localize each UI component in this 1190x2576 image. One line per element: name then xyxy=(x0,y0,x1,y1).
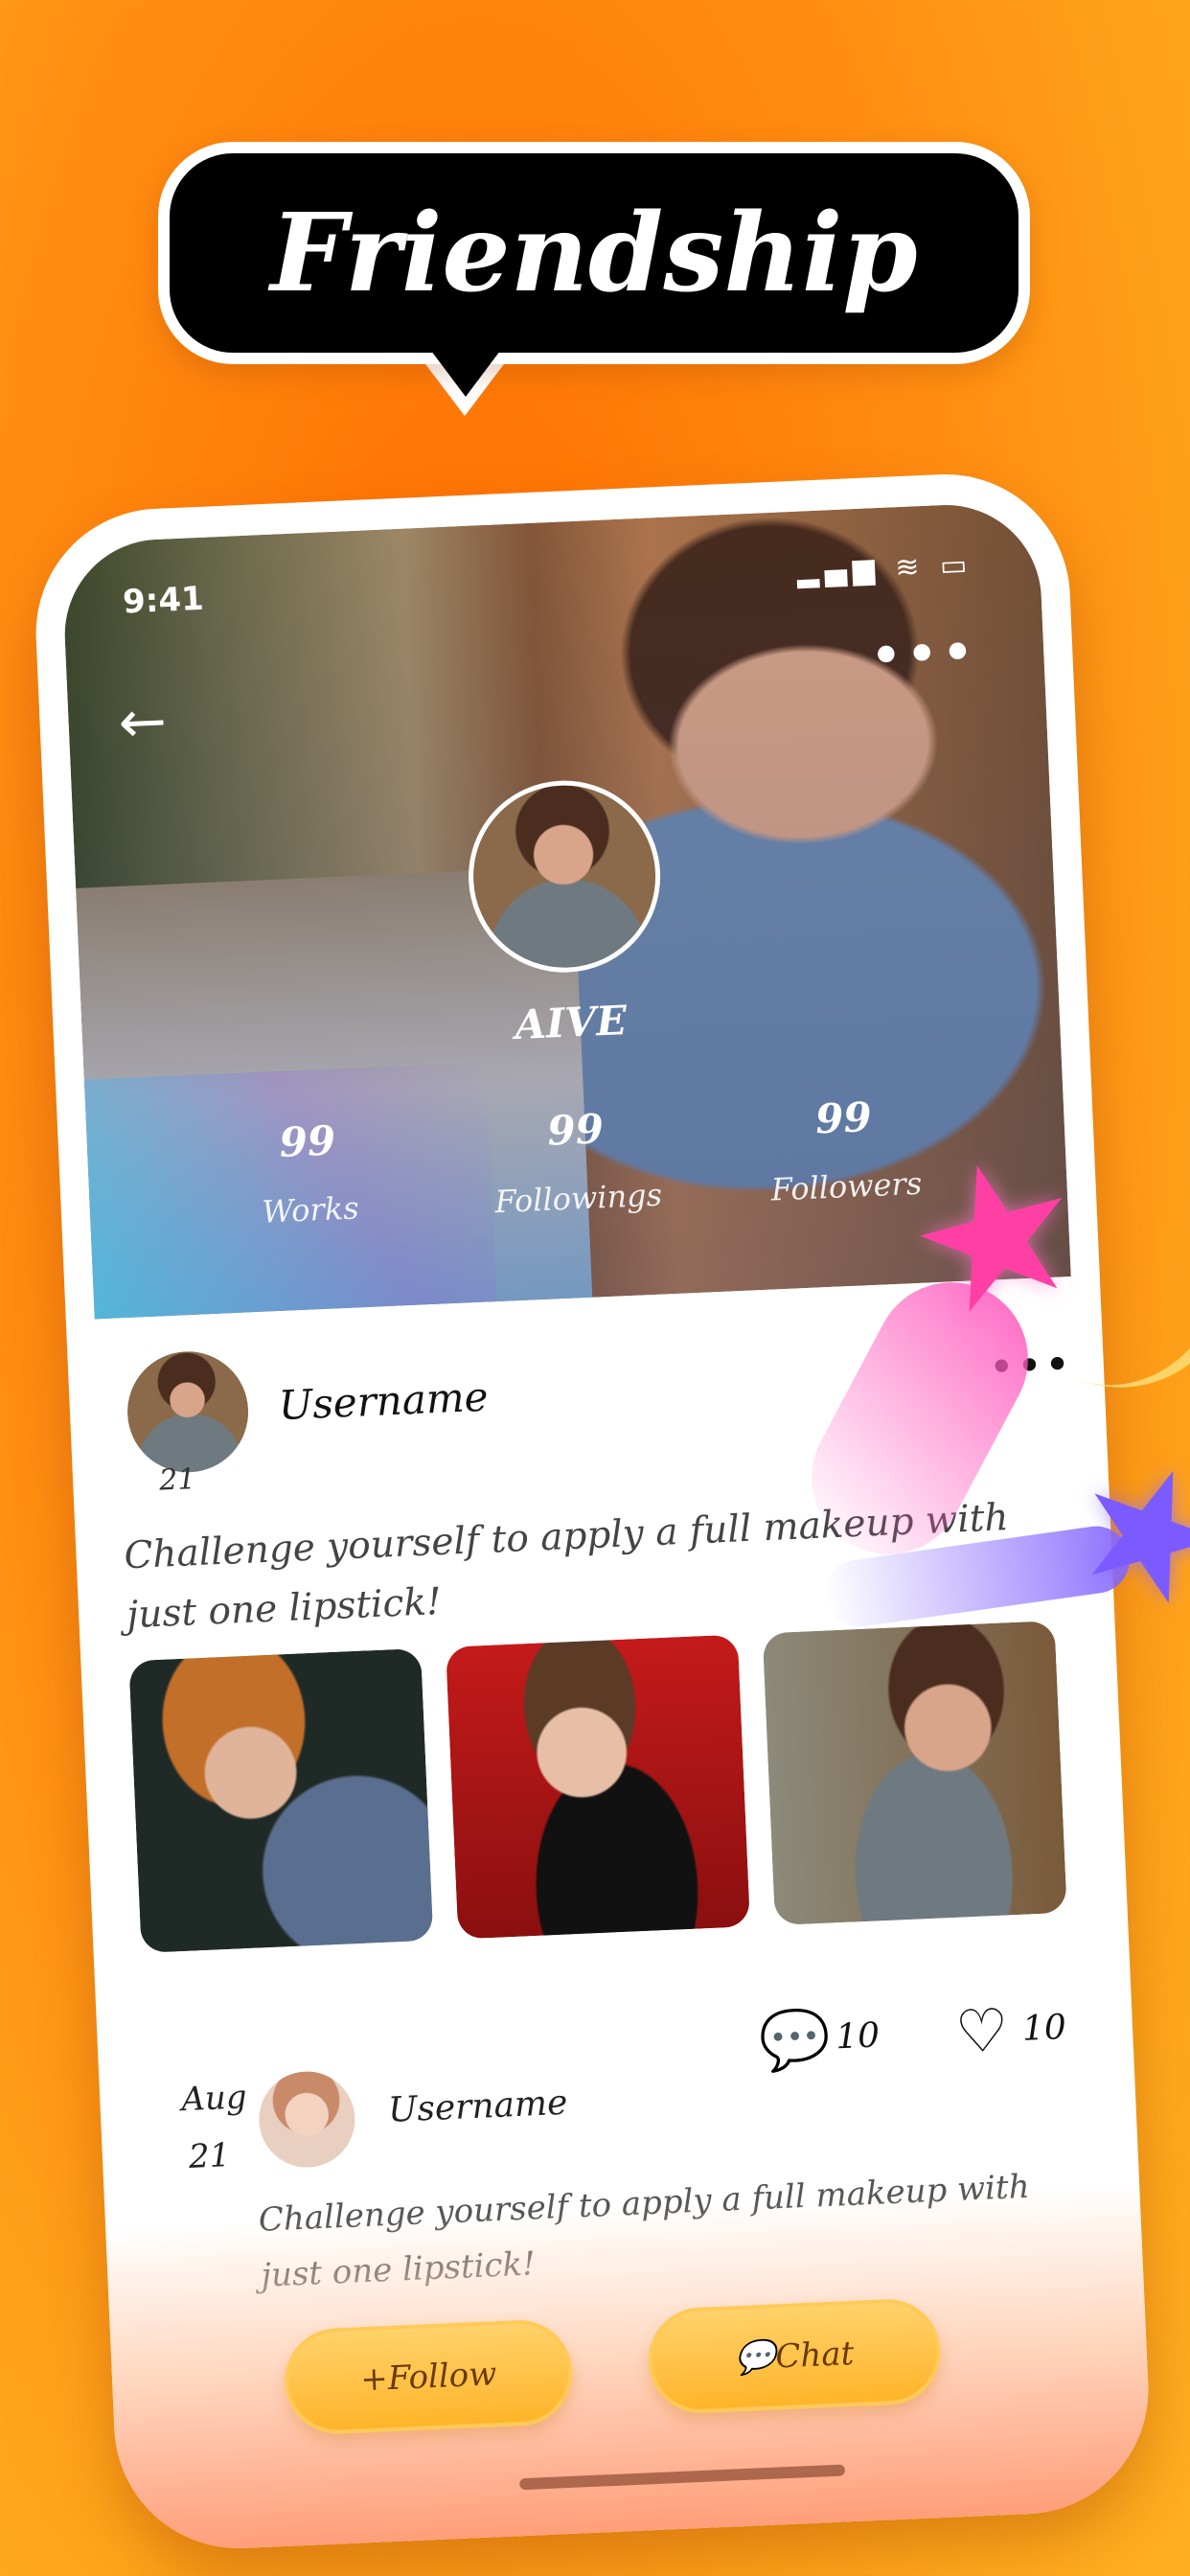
post2-date-month: Aug xyxy=(180,2078,248,2120)
stat-followings[interactable]: 99 Followings xyxy=(469,1102,685,1221)
post-photo-2[interactable] xyxy=(446,1634,751,1940)
post2-date-day: 21 xyxy=(188,2136,232,2176)
bottom-fade xyxy=(105,2182,1154,2554)
like-count: 10 xyxy=(1021,2007,1067,2049)
back-arrow-icon[interactable]: ← xyxy=(117,688,168,757)
comment-icon[interactable]: 💬 xyxy=(758,2005,833,2076)
heart-icon[interactable]: ♡ xyxy=(953,1995,1010,2067)
post-photo-3[interactable] xyxy=(762,1621,1067,1926)
stat-value: 99 xyxy=(278,1116,337,1166)
post2-author-avatar[interactable] xyxy=(257,2069,357,2170)
post-author-avatar[interactable] xyxy=(125,1348,251,1475)
post-date-day: 21 xyxy=(158,1462,197,1498)
status-time: 9:41 xyxy=(122,579,205,622)
follow-button[interactable]: +Follow xyxy=(282,2317,575,2436)
post-username[interactable]: Username xyxy=(278,1373,490,1429)
post2-username[interactable]: Username xyxy=(387,2083,568,2130)
phone-mockup: 9:41 ▂▄▆ ≋ ▭ ← ••• AIVE 99 Works 99 Foll… xyxy=(31,469,1154,2554)
chat-button[interactable]: 💬Chat xyxy=(646,2297,943,2416)
banner-title: Friendship xyxy=(270,190,918,316)
profile-name: AIVE xyxy=(514,996,629,1049)
post-photo-1[interactable] xyxy=(128,1647,434,1953)
stat-value: 99 xyxy=(814,1092,873,1143)
stat-value: 99 xyxy=(546,1105,605,1155)
stat-works[interactable]: 99 Works xyxy=(201,1114,417,1232)
more-options-icon[interactable]: ••• xyxy=(868,619,978,691)
comment-count: 10 xyxy=(835,2015,881,2058)
